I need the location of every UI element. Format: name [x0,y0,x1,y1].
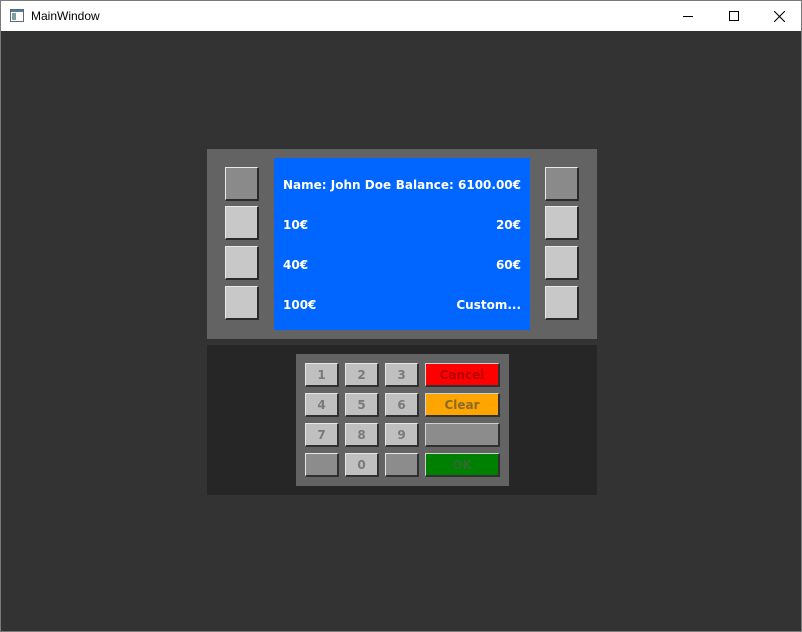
left-side-button-2[interactable] [225,206,259,240]
key-blank-left[interactable] [305,453,339,477]
app-window-icon [10,9,24,22]
ok-button[interactable]: OK [425,453,500,477]
cancel-button[interactable]: Cancel [425,363,500,387]
right-side-button-1[interactable] [545,167,579,201]
keypad-panel: 1 2 3 4 5 6 7 8 9 0 Cancel Clear OK [207,345,597,495]
key-1[interactable]: 1 [305,363,339,387]
key-6[interactable]: 6 [385,393,419,417]
key-2[interactable]: 2 [345,363,379,387]
amount-option-custom: Custom... [456,298,521,312]
title-bar[interactable]: MainWindow [1,1,801,31]
minimize-icon [683,16,693,17]
customer-name: Name: John Doe [283,178,392,192]
atm-screen-panel: Name: John Doe Balance: 6100.00€ 10€ 20€… [207,149,597,339]
maximize-icon [729,11,739,21]
key-0[interactable]: 0 [345,453,379,477]
key-3[interactable]: 3 [385,363,419,387]
key-blank-right[interactable] [385,453,419,477]
close-icon [773,10,785,22]
key-4[interactable]: 4 [305,393,339,417]
keypad: 1 2 3 4 5 6 7 8 9 0 Cancel Clear OK [296,354,509,486]
key-7[interactable]: 7 [305,423,339,447]
key-8[interactable]: 8 [345,423,379,447]
atm-display: Name: John Doe Balance: 6100.00€ 10€ 20€… [274,158,530,330]
clear-button[interactable]: Clear [425,393,500,417]
amount-option-60: 60€ [495,258,521,272]
left-side-button-4[interactable] [225,286,259,320]
left-side-button-3[interactable] [225,246,259,280]
window-title: MainWindow [31,9,100,23]
account-balance: Balance: 6100.00€ [395,178,521,192]
left-side-button-1[interactable] [225,167,259,201]
right-side-button-4[interactable] [545,286,579,320]
maximize-button[interactable] [711,1,757,31]
right-side-button-3[interactable] [545,246,579,280]
key-9[interactable]: 9 [385,423,419,447]
main-window: MainWindow Name: John Doe Balance: 6100.… [0,0,802,632]
blank-action-button[interactable] [425,423,500,447]
amount-option-20: 20€ [495,218,521,232]
amount-option-10: 10€ [283,218,309,232]
key-5[interactable]: 5 [345,393,379,417]
right-side-button-2[interactable] [545,206,579,240]
close-button[interactable] [756,1,802,31]
minimize-button[interactable] [665,1,711,31]
amount-option-100: 100€ [283,298,317,312]
amount-option-40: 40€ [283,258,309,272]
